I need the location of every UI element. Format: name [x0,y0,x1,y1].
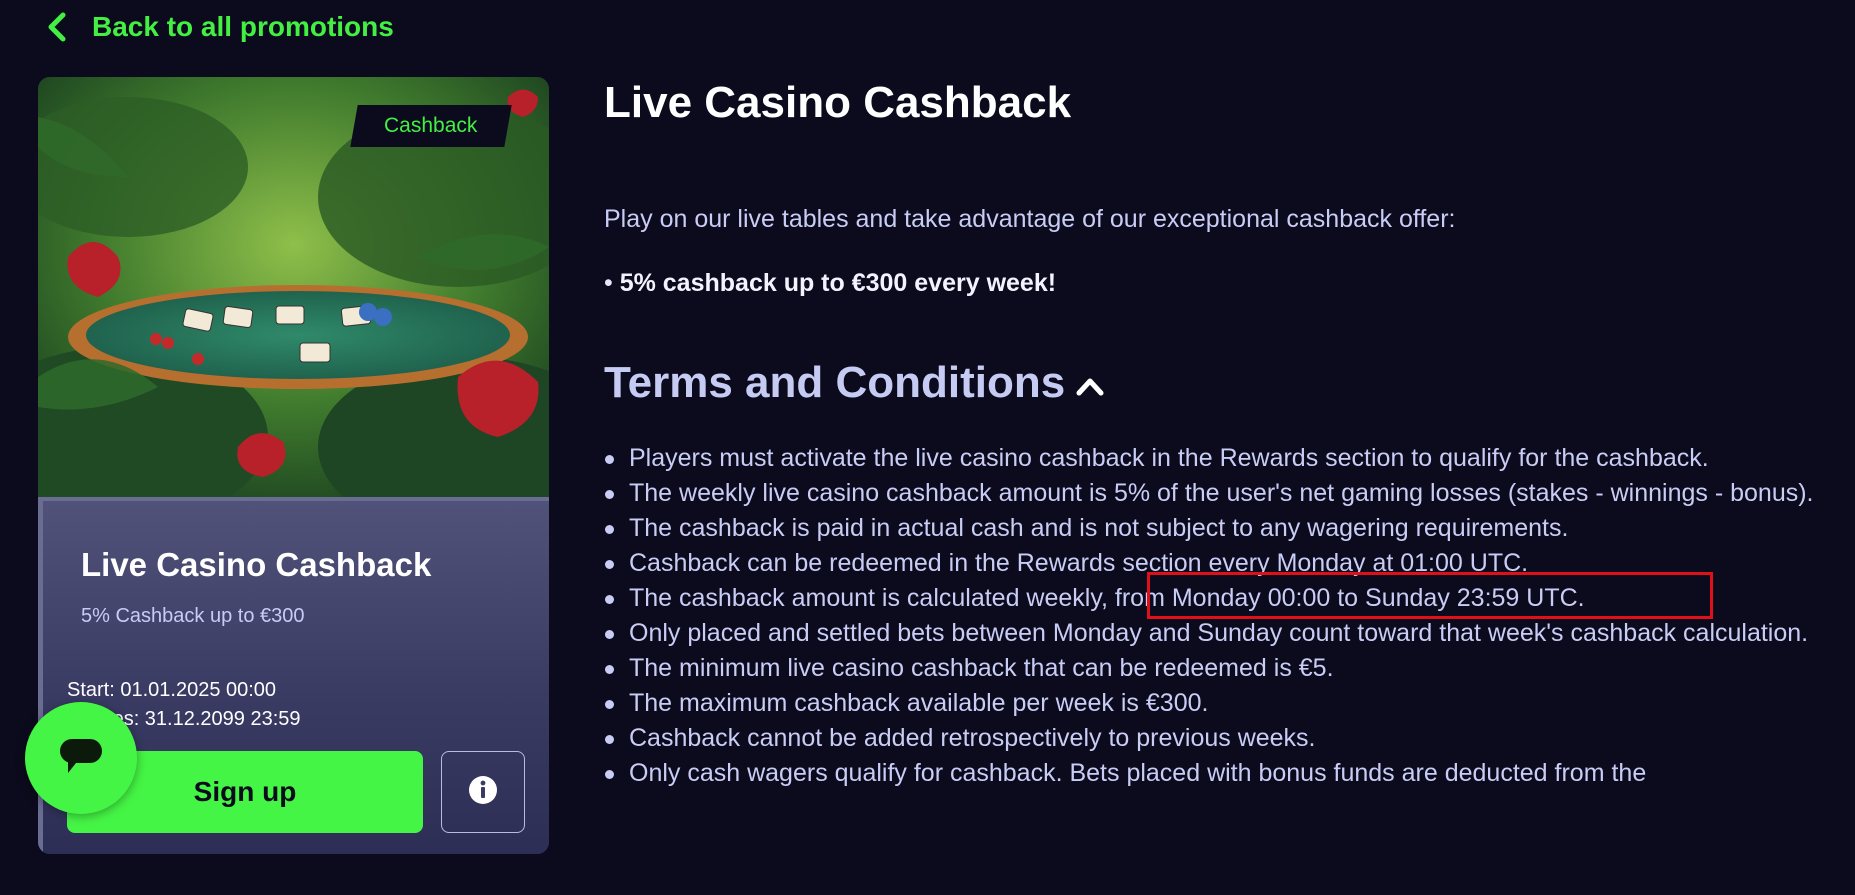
term-item: The minimum live casino cashback that ca… [605,651,1855,686]
terms-toggle[interactable]: Terms and Conditions [604,358,1105,408]
term-item: Only cash wagers qualify for cashback. B… [605,756,1855,791]
category-badge: Cashback [350,105,512,147]
page-title: Live Casino Cashback [604,78,1072,127]
terms-heading: Terms and Conditions [604,358,1066,407]
info-button[interactable] [441,751,525,833]
badge-label: Cashback [384,114,478,137]
term-item: The maximum cashback available per week … [605,686,1855,721]
card-subtitle: 5% Cashback up to €300 [81,605,305,627]
highlight-box [1147,572,1713,619]
back-label: Back to all promotions [92,11,394,42]
term-item: Cashback cannot be added retrospectively… [605,721,1855,756]
term-item: The cashback is paid in actual cash and … [605,511,1855,546]
bonus-text: 5% cashback up to €300 every week! [619,269,1057,297]
chat-icon [56,733,106,784]
bonus-highlight: • 5% cashback up to €300 every week! [604,269,1057,297]
back-to-promotions-link[interactable]: Back to all promotions [40,10,394,44]
promotion-intro: Play on our live tables and take advanta… [604,205,1456,233]
info-icon [468,775,498,810]
promotion-image: Cashback [38,77,549,537]
chevron-left-icon [40,10,74,44]
chevron-up-icon [1075,358,1105,408]
card-title: Live Casino Cashback [81,546,432,583]
start-date: Start: 01.01.2025 00:00 [67,679,277,701]
term-item: Only placed and settled bets between Mon… [605,616,1855,651]
term-item: The weekly live casino cashback amount i… [605,476,1855,511]
term-item: Players must activate the live casino ca… [605,441,1855,476]
chat-button[interactable] [25,702,137,814]
